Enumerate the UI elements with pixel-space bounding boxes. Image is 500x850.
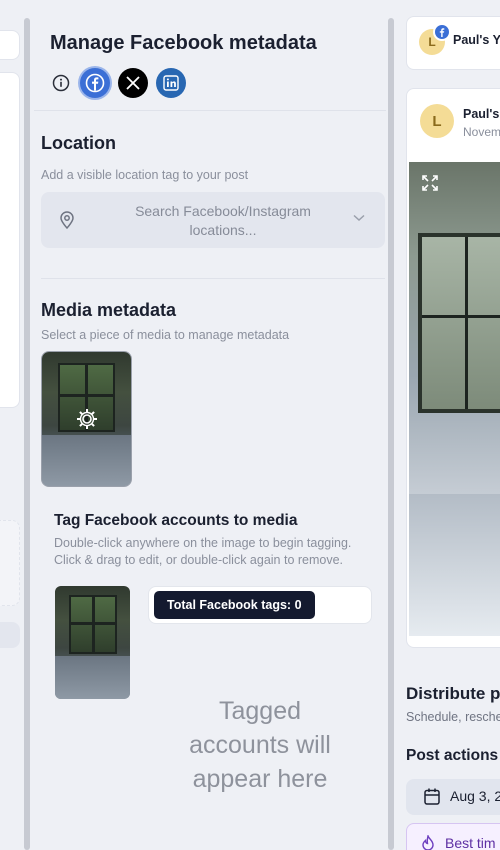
post-image[interactable] <box>409 162 500 636</box>
account-card[interactable]: L Paul's Yo <box>406 16 500 70</box>
best-time-label: Best tim <box>445 835 496 850</box>
media-thumbnail[interactable] <box>41 351 132 487</box>
post-date: Novem <box>463 125 500 139</box>
post-actions-title: Post actions <box>406 747 499 764</box>
linkedin-icon[interactable] <box>156 68 186 98</box>
schedule-date-label: Aug 3, 2 <box>450 788 500 804</box>
total-tags-badge: Total Facebook tags: 0 <box>154 591 315 619</box>
x-icon[interactable] <box>118 68 148 98</box>
account-name: Paul's <box>463 107 500 121</box>
page-title: Manage Facebook metadata <box>50 32 317 54</box>
best-time-button[interactable]: Best tim <box>406 823 500 850</box>
left-card <box>0 622 20 648</box>
left-scrollbar[interactable] <box>24 18 30 850</box>
media-metadata-title: Media metadata <box>41 300 177 320</box>
tagging-image[interactable] <box>55 586 130 699</box>
bedroom-photo <box>55 586 130 699</box>
metadata-panel: Manage Facebook metadata Location Add a … <box>34 0 386 850</box>
media-metadata-subtitle: Select a piece of media to manage metada… <box>41 328 290 342</box>
left-card <box>0 72 20 408</box>
tag-accounts-title: Tag Facebook accounts to media <box>54 512 298 529</box>
calendar-icon <box>424 788 440 805</box>
distribute-subtitle: Schedule, resche <box>406 710 500 724</box>
avatar: L <box>420 104 454 138</box>
account-name: Paul's Yo <box>453 33 500 47</box>
facebook-icon <box>433 23 451 41</box>
location-search-input[interactable]: Search Facebook/Instagram locations... <box>41 192 385 248</box>
location-search-placeholder: Search Facebook/Instagram locations... <box>135 203 311 238</box>
divider <box>34 110 386 111</box>
tag-summary-bar: Total Facebook tags: 0 <box>148 586 372 624</box>
tagged-accounts-empty-message: Tagged accounts will appear here <box>189 697 331 793</box>
expand-icon[interactable] <box>421 174 439 192</box>
panel-header: Manage Facebook metadata <box>34 0 386 112</box>
left-card <box>0 30 20 60</box>
distribute-title: Distribute p <box>406 684 500 703</box>
left-column <box>0 0 22 850</box>
location-pin-icon <box>60 211 74 229</box>
preview-column: L Paul's Yo L Paul's Novem Distribute p … <box>398 0 500 850</box>
left-card <box>0 520 20 606</box>
location-title: Location <box>41 133 116 153</box>
tag-accounts-help: Double-click anywhere on the image to be… <box>54 536 352 567</box>
facebook-icon[interactable] <box>80 68 110 98</box>
bedroom-photo <box>42 352 131 486</box>
network-switcher <box>50 68 186 98</box>
post-preview-card: L Paul's Novem <box>406 88 500 648</box>
flame-icon <box>422 835 434 850</box>
chevron-down-icon <box>353 214 365 222</box>
panel-scrollbar[interactable] <box>388 18 394 850</box>
divider <box>41 278 385 279</box>
schedule-date-button[interactable]: Aug 3, 2 <box>406 779 500 815</box>
location-subtitle: Add a visible location tag to your post <box>41 168 249 182</box>
info-icon[interactable] <box>50 72 72 94</box>
gear-icon[interactable] <box>76 408 98 430</box>
